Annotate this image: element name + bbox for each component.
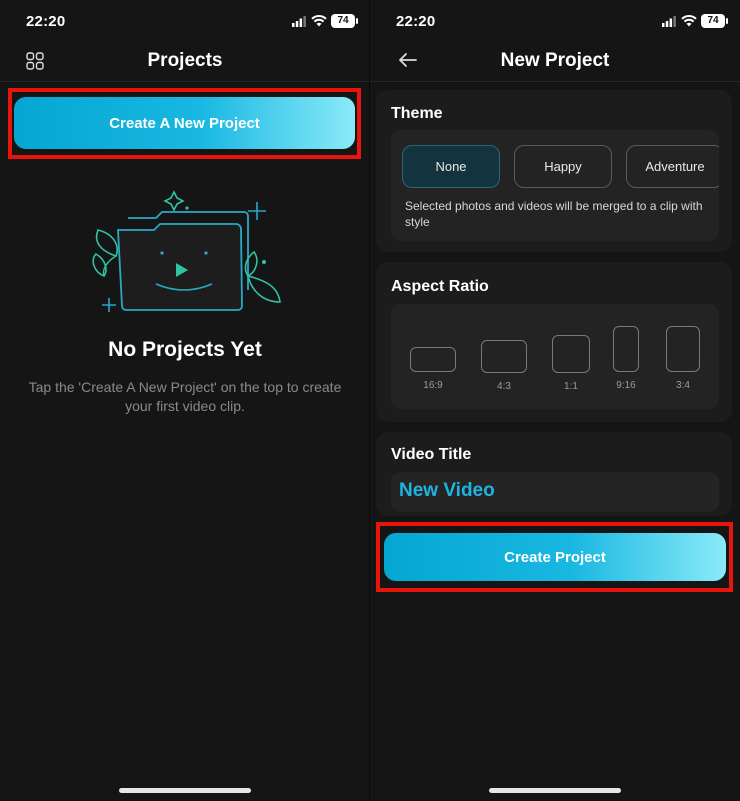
empty-state-description: Tap the 'Create A New Project' on the to… xyxy=(28,379,342,414)
aspect-option-9-16[interactable]: 9:16 xyxy=(613,326,639,391)
ratio-label: 1:1 xyxy=(564,381,578,392)
projects-screen: 22:20 74 Projects Create A New Project N… xyxy=(0,0,370,801)
cellular-signal-icon xyxy=(292,16,306,27)
aspect-ratio-section: Aspect Ratio 16:9 4:3 1:1 9:16 3:4 xyxy=(376,262,732,422)
aspect-ratio-title: Aspect Ratio xyxy=(391,278,489,295)
ratio-16-9-shape xyxy=(410,347,456,372)
wifi-icon xyxy=(311,14,327,27)
empty-state-title: No Projects Yet xyxy=(108,338,262,361)
ratio-1-1-shape xyxy=(552,335,590,373)
status-bar: 22:20 74 xyxy=(370,0,740,40)
ratio-label: 4:3 xyxy=(497,381,511,392)
theme-option-adventure[interactable]: Adventure xyxy=(626,145,719,188)
app-header: New Project xyxy=(370,40,740,82)
status-bar: 22:20 74 xyxy=(0,0,370,40)
theme-section: Theme None Happy Adventure Selected phot… xyxy=(376,90,732,252)
theme-title: Theme xyxy=(391,105,443,122)
status-time: 22:20 xyxy=(396,13,436,30)
ratio-4-3-shape xyxy=(481,340,527,373)
page-title: Projects xyxy=(147,50,223,71)
video-title-label: Video Title xyxy=(391,446,472,463)
create-new-project-button[interactable]: Create A New Project xyxy=(14,97,355,149)
theme-description: Selected photos and videos will be merge… xyxy=(405,199,703,229)
home-indicator xyxy=(489,788,621,793)
ratio-3-4-shape xyxy=(666,326,700,372)
ratio-label: 9:16 xyxy=(616,380,636,391)
create-project-button[interactable]: Create Project xyxy=(384,533,726,581)
page-title: New Project xyxy=(500,50,610,71)
home-indicator xyxy=(119,788,251,793)
battery-indicator: 74 xyxy=(701,14,728,28)
theme-option-none[interactable]: None xyxy=(402,145,500,188)
cellular-signal-icon xyxy=(662,16,676,27)
theme-panel: None Happy Adventure Selected photos and… xyxy=(391,130,719,241)
ratio-label: 3:4 xyxy=(676,380,690,391)
video-title-field-wrap xyxy=(391,472,719,512)
video-title-section: Video Title xyxy=(376,432,732,516)
app-header: Projects xyxy=(0,40,370,82)
ratio-9-16-shape xyxy=(613,326,639,372)
empty-folder-illustration xyxy=(92,190,281,312)
wifi-icon xyxy=(681,14,697,27)
aspect-option-4-3[interactable]: 4:3 xyxy=(481,340,527,392)
new-project-screen: 22:20 74 New Project Theme None Happy Ad… xyxy=(370,0,740,801)
battery-indicator: 74 xyxy=(331,14,358,28)
aspect-option-3-4[interactable]: 3:4 xyxy=(666,326,700,391)
ratio-label: 16:9 xyxy=(423,380,443,391)
theme-option-happy[interactable]: Happy xyxy=(514,145,612,188)
aspect-option-16-9[interactable]: 16:9 xyxy=(410,347,456,391)
aspect-option-1-1[interactable]: 1:1 xyxy=(552,335,590,392)
status-time: 22:20 xyxy=(26,13,66,30)
aspect-ratio-panel: 16:9 4:3 1:1 9:16 3:4 xyxy=(391,304,719,409)
video-title-input[interactable] xyxy=(399,480,699,502)
